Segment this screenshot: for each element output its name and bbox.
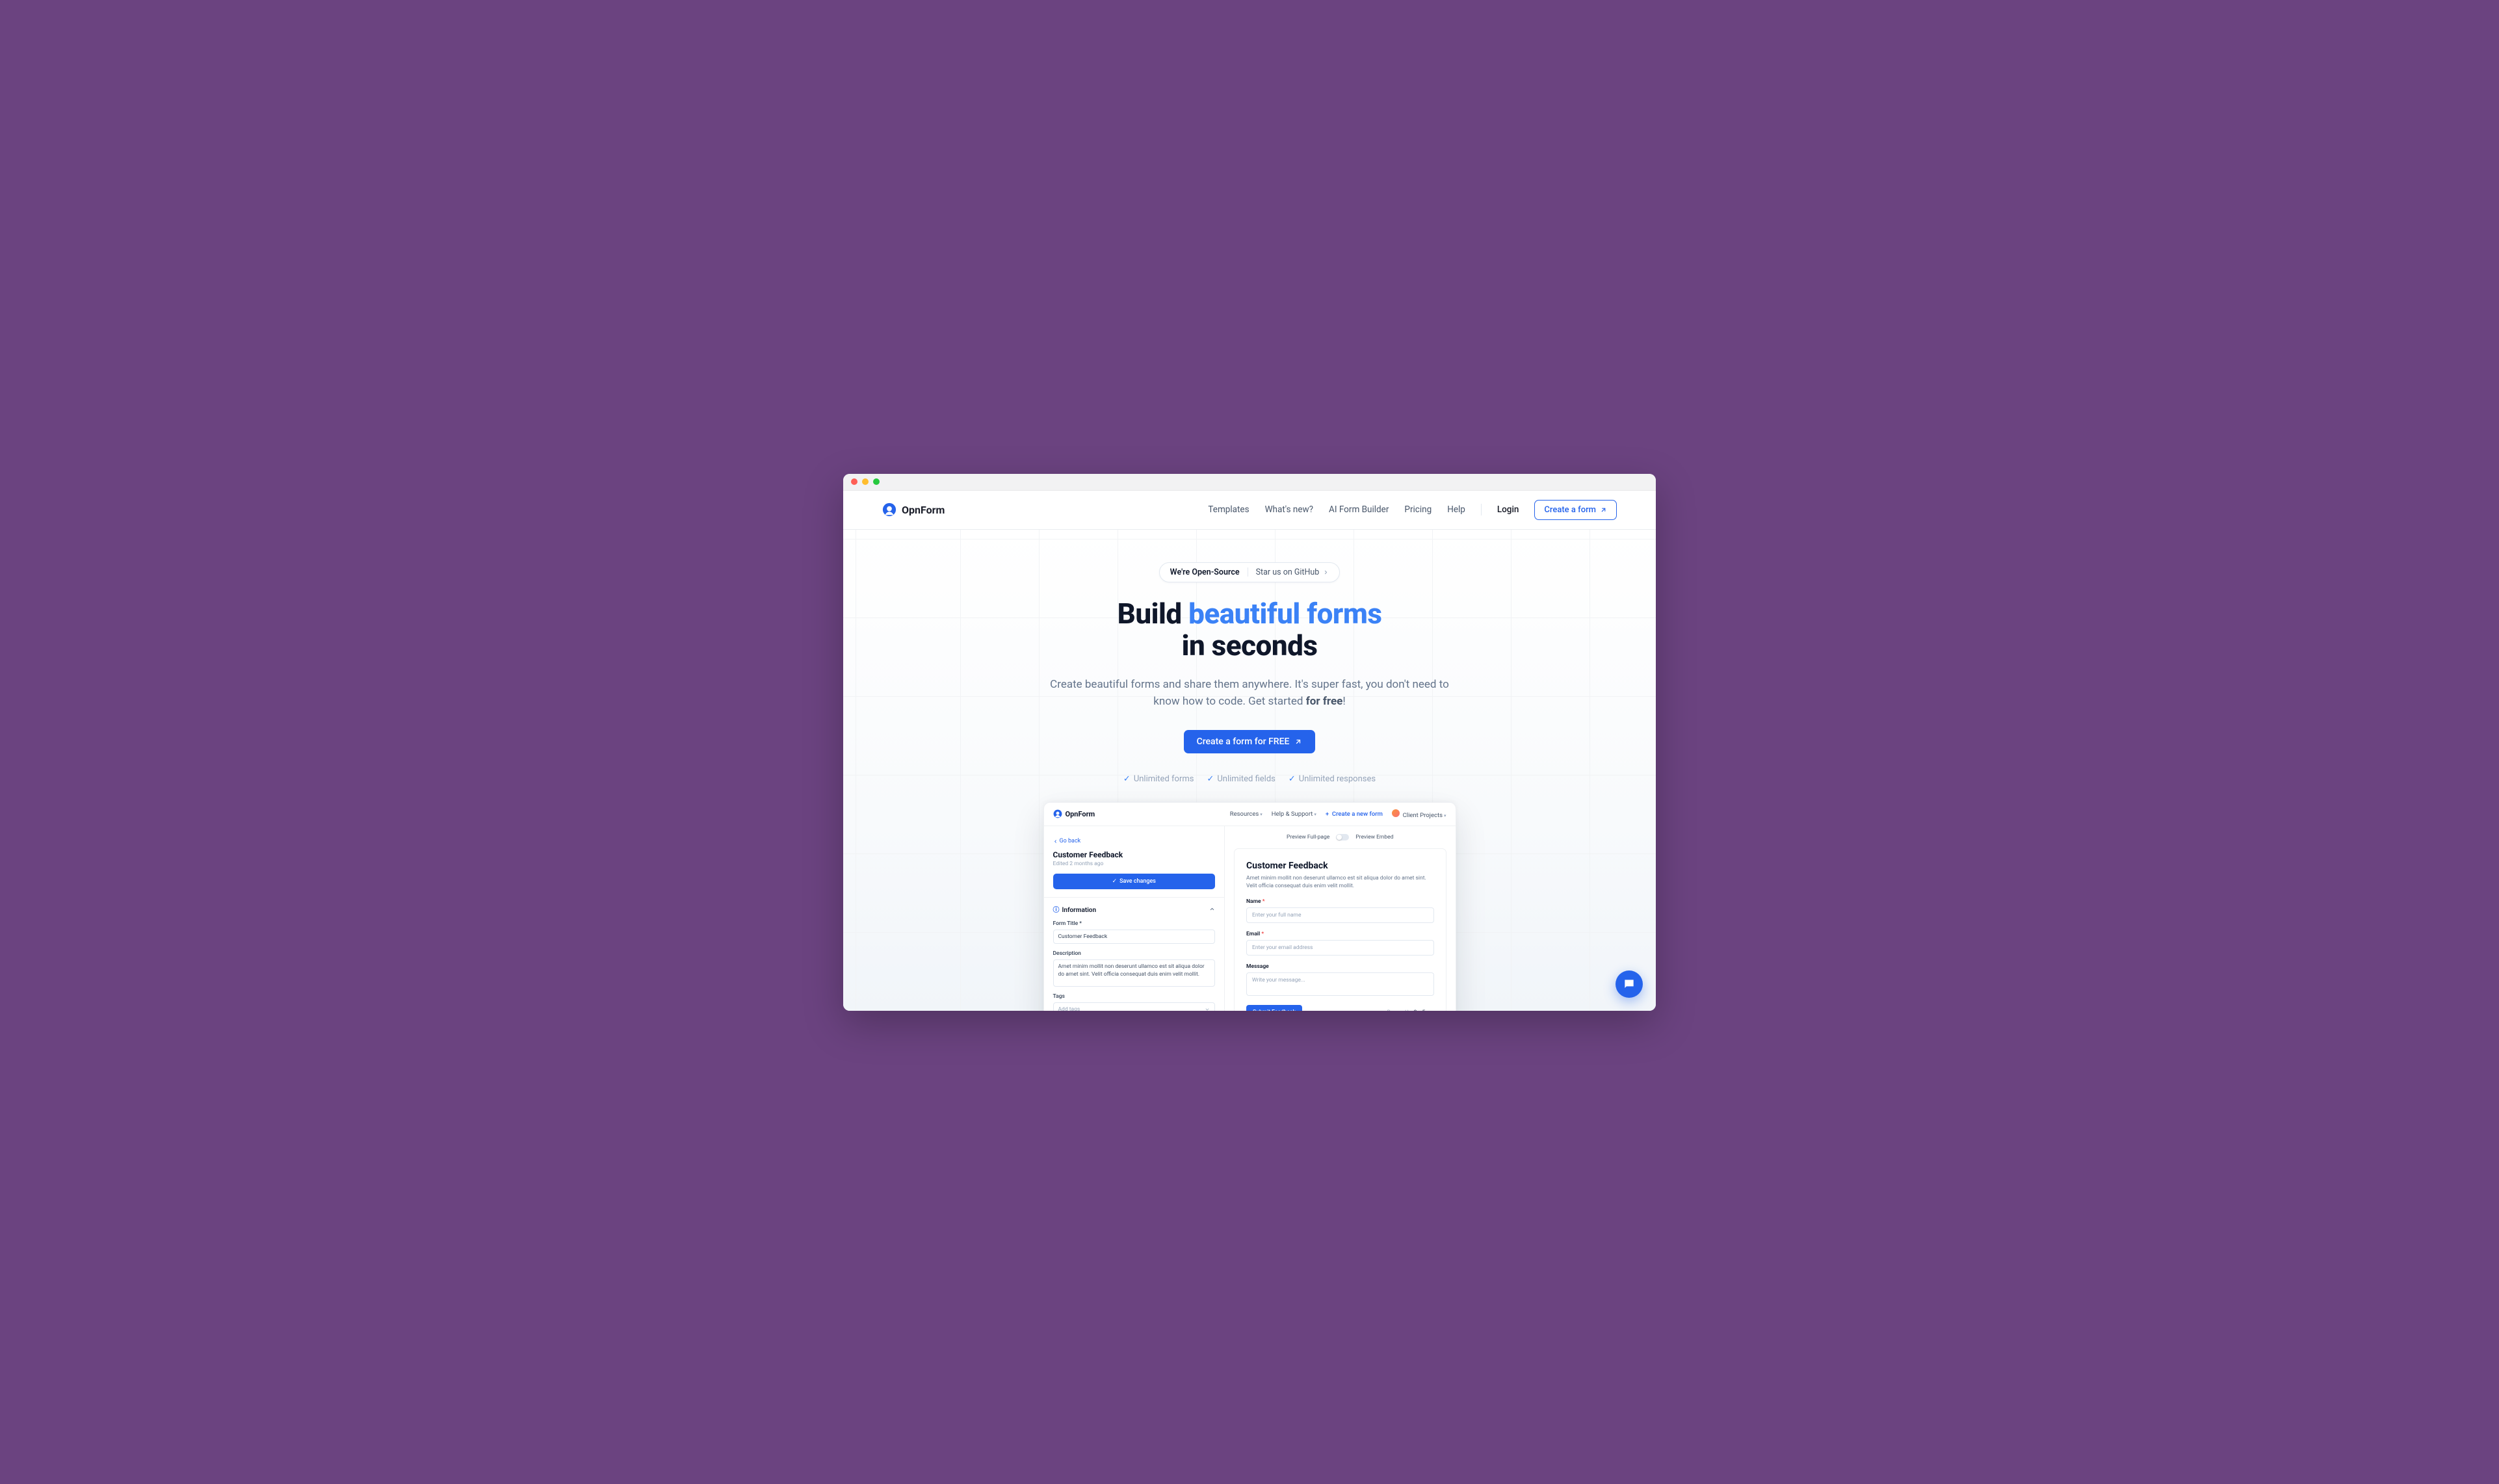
hero: We're Open-Source Star us on GitHub Buil…	[843, 530, 1656, 1011]
save-changes-button[interactable]: ✓ Save changes	[1053, 874, 1216, 889]
minimize-dot[interactable]	[862, 478, 869, 485]
description-label: Description	[1053, 950, 1216, 957]
form-edited: Edited 2 months ago	[1053, 861, 1216, 867]
check-icon: ✓	[1207, 774, 1214, 784]
preview-description: Amet minim mollit non deserunt ullamco e…	[1246, 875, 1433, 891]
section-information[interactable]: ⓘInformation	[1044, 898, 1225, 920]
plus-icon: +	[1326, 811, 1329, 818]
mock-brand: OpnForm	[1053, 809, 1095, 818]
chevron-right-icon	[1323, 569, 1329, 575]
arrow-up-right-icon	[1294, 738, 1302, 746]
badge-right: Star us on GitHub	[1256, 567, 1329, 577]
mock-nav-resources[interactable]: Resources▾	[1230, 811, 1263, 818]
mock-topbar: OpnForm Resources▾ Help & Support▾ + Cre…	[1044, 803, 1456, 826]
chevron-down-icon	[1205, 1007, 1210, 1011]
form-preview-card: Customer Feedback Amet minim mollit non …	[1234, 848, 1446, 1011]
nav-ai-builder[interactable]: AI Form Builder	[1329, 504, 1389, 515]
brand-logo-icon	[1053, 809, 1062, 818]
name-label: Name *	[1246, 898, 1433, 905]
hero-checks: ✓Unlimited forms ✓Unlimited fields ✓Unli…	[843, 774, 1656, 784]
open-source-badge[interactable]: We're Open-Source Star us on GitHub	[1159, 562, 1341, 582]
chat-fab[interactable]	[1616, 970, 1643, 998]
chevron-down-icon: ▾	[1314, 812, 1316, 817]
hero-title: Build beautiful forms in seconds	[843, 598, 1656, 662]
mock-nav-help[interactable]: Help & Support▾	[1272, 811, 1316, 818]
form-name: Customer Feedback	[1053, 850, 1216, 859]
form-title-input[interactable]: Customer Feedback	[1053, 930, 1216, 944]
brand[interactable]: OpnForm	[882, 502, 945, 517]
mock-workspace[interactable]: Client Projects▾	[1392, 809, 1446, 819]
brand-logo-icon	[882, 502, 896, 517]
mock-sidebar: Go back Customer Feedback Edited 2 month…	[1044, 826, 1225, 1011]
check-icon: ✓	[1289, 774, 1296, 784]
preview-title: Customer Feedback	[1246, 861, 1433, 871]
close-dot[interactable]	[851, 478, 857, 485]
app-screenshot: OpnForm Resources▾ Help & Support▾ + Cre…	[1043, 802, 1456, 1011]
maximize-dot[interactable]	[873, 478, 880, 485]
nav-login[interactable]: Login	[1497, 504, 1519, 515]
chevron-left-icon	[1053, 839, 1058, 844]
chevron-up-icon	[1209, 906, 1215, 912]
hero-cta-button[interactable]: Create a form for FREE	[1184, 730, 1316, 753]
check-icon: ✓	[1123, 774, 1131, 784]
submit-feedback-button[interactable]: Submit Feedback	[1246, 1005, 1302, 1011]
arrow-up-right-icon	[1600, 506, 1607, 514]
window-titlebar	[843, 474, 1656, 491]
tags-select[interactable]: Add tags	[1053, 1002, 1216, 1011]
description-input[interactable]: Amet minim mollit non deserunt ullamco e…	[1053, 959, 1216, 987]
badge-left: We're Open-Source	[1170, 567, 1240, 577]
nav-whats-new[interactable]: What's new?	[1265, 504, 1313, 515]
nav-templates[interactable]: Templates	[1208, 504, 1249, 515]
go-back-link[interactable]: Go back	[1053, 838, 1081, 844]
tags-label: Tags	[1053, 993, 1216, 1000]
name-input[interactable]: Enter your full name	[1246, 907, 1433, 923]
chevron-down-icon: ▾	[1260, 812, 1263, 817]
preview-embed-label: Preview Embed	[1355, 834, 1393, 840]
chevron-down-icon: ▾	[1444, 813, 1446, 818]
avatar-icon	[1392, 809, 1400, 817]
mock-preview: Preview Full-page Preview Embed Customer…	[1225, 826, 1455, 1011]
message-input[interactable]: Write your message...	[1246, 972, 1433, 996]
email-input[interactable]: Enter your email address	[1246, 940, 1433, 956]
mock-nav-create[interactable]: + Create a new form	[1326, 811, 1383, 818]
check-icon: ✓	[1112, 878, 1118, 885]
form-title-label: Form Title *	[1053, 920, 1216, 927]
powered-by: Powered by OpnForm	[1387, 1009, 1434, 1011]
navbar: OpnForm Templates What's new? AI Form Bu…	[843, 491, 1656, 530]
preview-toggle[interactable]	[1336, 834, 1349, 840]
nav-separator	[1481, 504, 1482, 515]
hero-subtitle: Create beautiful forms and share them an…	[1041, 676, 1458, 710]
nav-help[interactable]: Help	[1447, 504, 1465, 515]
create-form-button[interactable]: Create a form	[1534, 500, 1617, 520]
nav-pricing[interactable]: Pricing	[1404, 504, 1432, 515]
preview-full-label: Preview Full-page	[1287, 834, 1329, 840]
chat-icon	[1623, 978, 1636, 991]
info-icon: ⓘ	[1053, 907, 1060, 914]
email-label: Email *	[1246, 931, 1433, 937]
message-label: Message	[1246, 963, 1433, 970]
brand-name: OpnForm	[902, 504, 945, 516]
